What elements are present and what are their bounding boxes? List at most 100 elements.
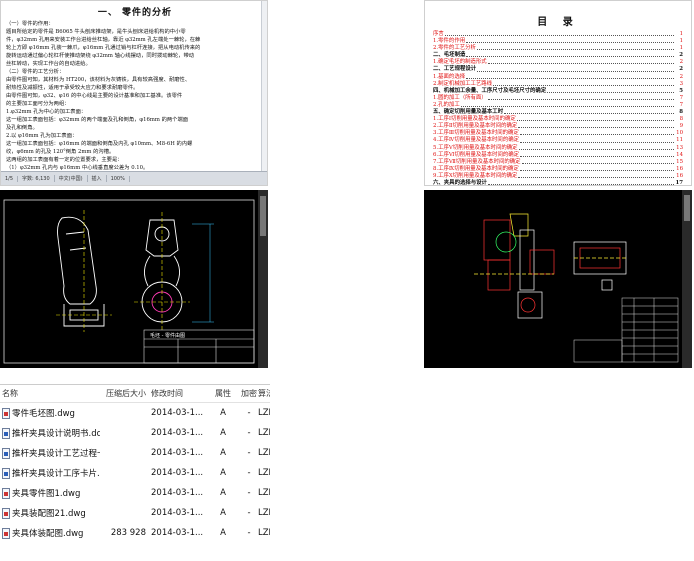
file-date: 2014-03-1... [151, 508, 204, 518]
toc-leader [519, 166, 674, 171]
file-encrypted: - [247, 488, 251, 498]
toc-entry-page: 16 [676, 165, 683, 172]
toc-entry[interactable]: 4.工序Ⅳ切削用量及基本时间的确定 11 [425, 137, 691, 144]
toc-entry-page: 15 [676, 158, 683, 165]
toc-entry[interactable]: 2.孔的加工 7 [425, 102, 691, 109]
toc-entry-page: 17 [675, 179, 683, 186]
column-header-name[interactable]: 名称 [0, 388, 100, 399]
toc-entry-title: 四、机械加工余量、工序尺寸及毛坯尺寸的确定 [433, 87, 547, 94]
file-attributes: A [220, 468, 226, 478]
document-body: （一）零件的作用： 题目所给定的零件是 B6065 牛头刨床推动架，是牛头刨床进… [6, 20, 264, 180]
toc-leader [521, 159, 674, 164]
toc-entry-title: 4.工序Ⅳ切削用量及基本时间的确定 [433, 137, 519, 144]
assembly-drawing-canvas [474, 213, 679, 363]
toc-entry[interactable]: 9.工序Ⅹ切削用量及基本时间的确定 16 [425, 173, 691, 180]
file-date: 2014-03-1... [151, 468, 204, 478]
arm-front-view [141, 219, 183, 323]
toc-leader [504, 109, 674, 115]
file-name: 夹具零件图1.dwg [12, 489, 81, 499]
document-window: 一、 零件的分析 （一）零件的作用： 题目所给定的零件是 B6065 牛头刨床推… [0, 0, 268, 186]
title-block-label: 毛坯 - 零件由图 [150, 332, 185, 339]
column-header-size[interactable]: 压缩后大小 [100, 388, 148, 399]
toc-entry[interactable]: 二、工艺规程设计 2 [425, 66, 691, 73]
toc-entry-page: 1 [679, 38, 683, 45]
file-row[interactable]: 夹具零件图1.dwg 2014-03-1... A -LZN [0, 483, 270, 503]
cad-part-drawing[interactable]: 毛坯 - 零件由图 [0, 190, 268, 368]
word-file-icon [2, 447, 10, 459]
file-encrypted: - [247, 428, 251, 438]
document-line: 题目所给定的零件是 B6065 牛头刨床推动架，是牛头刨床进给机构的中小零 [6, 29, 186, 35]
document-line: 轮上方即 φ16mm 孔装一棘爪，φ16mm 孔通过销与杠杆连接，把从电动机传来… [6, 45, 201, 51]
cad-scrollbar[interactable] [682, 190, 692, 368]
toc-entry[interactable]: 2.制定机械加工工艺路线 3 [425, 81, 691, 88]
document-line: 这两组的加工表面有着一定的位置要求，主要是： [6, 157, 123, 163]
file-row[interactable]: 零件毛坯图.dwg 2014-03-1... A -LZN [0, 403, 270, 423]
toc-leader [477, 66, 674, 72]
toc-leader [476, 45, 674, 51]
file-row[interactable]: 夹具装配图21.dwg 2014-03-1... A -LZN [0, 503, 270, 523]
document-line: 2.以 φ16mm 孔为加工表面： [6, 133, 78, 139]
parts-list-table [573, 297, 679, 363]
toc-leader [487, 59, 674, 65]
status-item: 100% [107, 175, 130, 182]
toc-leader [518, 145, 674, 150]
file-method: LZN [258, 488, 270, 498]
toc-entry[interactable]: 8.工序Ⅸ切削用量及基本时间的确定 16 [425, 166, 691, 173]
document-line: 纹，φ6mm 的孔及 120°倒角 2mm 的沟槽。 [6, 149, 115, 155]
file-method: LZN [258, 468, 270, 478]
toc-leader [487, 95, 674, 100]
file-attributes: A [220, 448, 226, 458]
toc-leader [466, 38, 674, 44]
toc-leader [518, 123, 674, 129]
document-line: 件，φ32mm 孔用来安装工作台进给丝杠轴，靠近 φ32mm 孔左端处一棘轮，在… [6, 37, 201, 43]
cad-scrollbar[interactable] [258, 190, 268, 368]
document-line: 及孔和倒角。 [6, 125, 38, 131]
part-drawing-canvas: 毛坯 - 零件由图 [3, 199, 255, 364]
toc-entry-title: 1.基面的选择 [433, 73, 466, 80]
file-row[interactable]: 推杆夹具设计工艺过程卡... 2014-03-1... A -LZN [0, 443, 270, 463]
toc-entry-title: 5.工序Ⅴ切削用量及基本时间的确定 [433, 144, 518, 151]
document-line: 由零件图可知，其材料为 HT200，该材料为灰铸铁，具有较高强度、耐磨性、 [6, 77, 191, 83]
file-name: 推杆夹具设计工艺过程卡... [12, 449, 100, 459]
dwg-file-icon [2, 407, 10, 419]
toc-entry-title: 8.工序Ⅸ切削用量及基本时间的确定 [433, 165, 519, 172]
document-line: 旋转运动通过偏心轮杠杆使推动架绕 φ32mm 轴心线摆动，同时拨动棘轮，带动 [6, 53, 195, 59]
toc-entry[interactable]: 1.基面的选择 2 [425, 74, 691, 81]
toc-leader [466, 52, 674, 58]
file-method: LZN [258, 448, 270, 458]
file-row[interactable]: 推杆夹具设计说明书.doc 2014-03-1... A -LZN [0, 423, 270, 443]
file-name-cell: 推杆夹具设计说明书.doc [0, 427, 100, 439]
column-header-attributes[interactable]: 属性 [206, 388, 240, 399]
cad-assembly-drawing[interactable] [424, 190, 692, 368]
file-name-cell: 零件毛坯图.dwg [0, 407, 100, 419]
column-header-method[interactable]: 算法 [258, 388, 270, 399]
toc-leader [444, 31, 674, 37]
column-header-date[interactable]: 修改时间 [148, 388, 206, 399]
file-row[interactable]: 夹具体装配图.dwg 283 928 2014-03-1... A -LZN [0, 523, 270, 543]
document-line: 丝杠转动，实现工作台的自动进给。 [6, 61, 91, 67]
toc-entry[interactable]: 六、夹具的选择与设计 17 [425, 179, 691, 186]
column-header-encrypted[interactable]: 加密 [240, 388, 258, 399]
document-page[interactable]: 一、 零件的分析 （一）零件的作用： 题目所给定的零件是 B6065 牛头刨床推… [1, 1, 267, 179]
toc-entry[interactable]: 6.工序Ⅵ切削用量及基本时间的确定 14 [425, 152, 691, 159]
file-date: 2014-03-1... [151, 448, 204, 458]
toc-entry-page: 1 [679, 45, 683, 52]
toc-entry[interactable]: 5.工序Ⅴ切削用量及基本时间的确定 13 [425, 145, 691, 152]
toc-leader [460, 102, 674, 108]
file-attributes: A [220, 488, 226, 498]
document-line: 1.φ32mm 孔为中心的加工表面： [6, 109, 87, 115]
file-row[interactable]: 推杆夹具设计工序卡片.d... 2014-03-1... A -LZN [0, 463, 270, 483]
toc-list: 序言 1 1.零件的作用 1 2.零件的工艺分析 1 二、毛坯制造 2 1.确定毛坯的制造形式 2… [425, 31, 691, 186]
document-scrollbar[interactable] [261, 1, 267, 173]
toc-entry-title: 2.制定机械加工工艺路线 [433, 80, 493, 87]
toc-entry-title: 7.工序Ⅶ切削用量及基本时间的确定 [433, 158, 521, 165]
file-method: LZN [258, 428, 270, 438]
toc-leader [466, 74, 674, 79]
status-bar: 1/5 字数: 6,130 中文(中国) 插入 100% [1, 171, 267, 185]
toc-entry[interactable]: 四、机械加工余量、工序尺寸及毛坯尺寸的确定 5 [425, 88, 691, 95]
document-line: （二）零件的工艺分析： [6, 69, 65, 75]
toc-leader [518, 173, 674, 178]
toc-entry[interactable]: 7.工序Ⅶ切削用量及基本时间的确定 15 [425, 159, 691, 166]
toc-entry[interactable]: 1.圆的加工（所有面） 7 [425, 95, 691, 102]
file-attributes: A [220, 508, 226, 518]
